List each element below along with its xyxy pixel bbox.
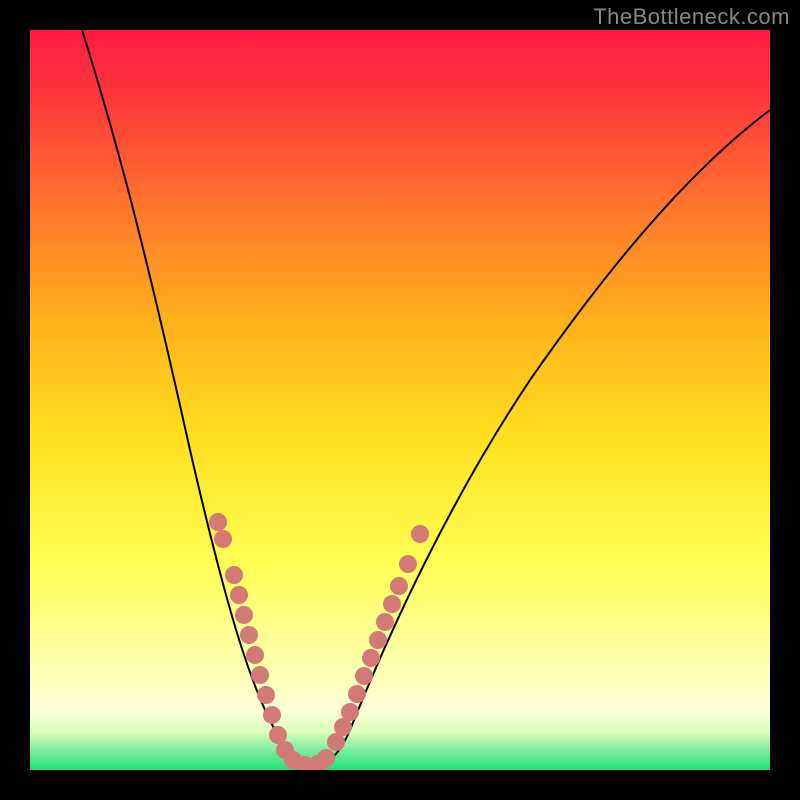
watermark-text: TheBottleneck.com: [593, 4, 790, 30]
highlight-markers: [209, 513, 429, 770]
plot-area: [30, 30, 770, 770]
chart-frame: TheBottleneck.com: [0, 0, 800, 800]
curve-path: [82, 30, 770, 764]
bottleneck-curve: [30, 30, 770, 770]
